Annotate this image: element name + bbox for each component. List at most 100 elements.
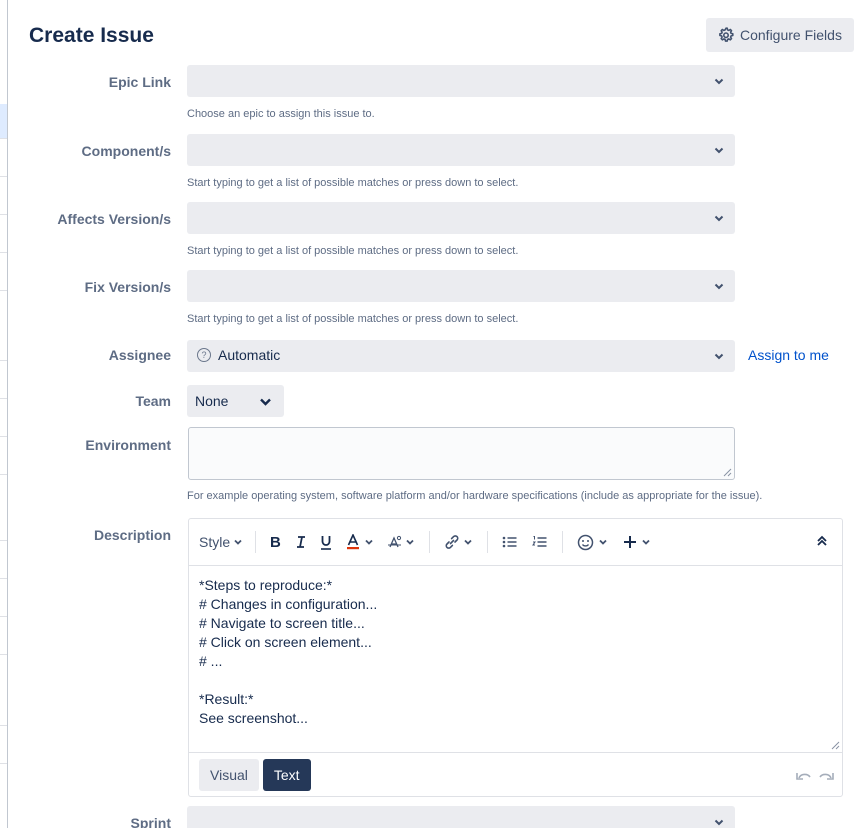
background-divider: [0, 578, 7, 579]
bold-icon: B: [270, 535, 281, 549]
background-divider: [0, 290, 7, 291]
epic-link-label: Epic Link: [108, 74, 171, 90]
style-dropdown-label: Style: [199, 534, 231, 550]
style-dropdown[interactable]: Style: [199, 534, 243, 550]
description-line: *Result:*: [199, 691, 254, 707]
more-formatting-button[interactable]: [388, 535, 415, 549]
italic-button[interactable]: [296, 535, 306, 549]
chevron-down-icon: [260, 398, 271, 406]
dialog-title: Create Issue: [29, 24, 154, 47]
background-divider: [0, 360, 7, 361]
resize-grip-icon[interactable]: [831, 741, 840, 750]
background-divider: [0, 176, 7, 177]
affects-version-hint: Start typing to get a list of possible m…: [187, 245, 519, 257]
description-editor: Style B *Steps to reproduce:* # Changes …: [188, 518, 843, 797]
background-divider: [0, 474, 7, 475]
description-line: See screenshot...: [199, 710, 308, 726]
emoji-button[interactable]: [577, 534, 608, 551]
gear-icon: [719, 27, 734, 42]
description-label: Description: [93, 527, 171, 543]
emoji-icon: [577, 534, 594, 550]
editor-toolbar: Style B: [189, 519, 842, 565]
chevron-down-icon: [642, 539, 650, 545]
bold-button[interactable]: B: [270, 535, 282, 549]
chevron-down-icon: [714, 283, 724, 290]
editor-mode-switch: Visual Text: [199, 759, 315, 791]
affects-version-label: Affects Version/s: [57, 211, 171, 227]
background-divider: [0, 540, 7, 541]
underline-button[interactable]: [320, 535, 332, 550]
assignee-value: ? Automatic: [197, 347, 280, 363]
fix-version-hint: Start typing to get a list of possible m…: [187, 313, 519, 325]
chevron-down-icon: [714, 147, 724, 154]
chevron-down-icon: [714, 353, 724, 360]
chevron-down-icon: [714, 819, 724, 826]
team-value: None: [195, 393, 229, 409]
toolbar-separator: [429, 531, 431, 553]
assignee-label: Assignee: [108, 347, 171, 363]
chevron-down-icon: [464, 539, 472, 545]
epic-link-select[interactable]: [187, 65, 735, 97]
bullet-list-icon: [502, 536, 517, 548]
text-color-button[interactable]: [346, 534, 374, 550]
background-divider: [0, 398, 7, 399]
description-line: # Click on screen element...: [199, 634, 372, 650]
insert-more-button[interactable]: [622, 534, 651, 550]
assign-to-me-link[interactable]: Assign to me: [748, 347, 829, 363]
fix-version-label: Fix Version/s: [84, 279, 171, 295]
description-line: *Steps to reproduce:*: [199, 577, 333, 593]
bullet-list-button[interactable]: [502, 535, 518, 549]
more-formatting-icon: [388, 535, 402, 548]
undo-icon[interactable]: [796, 770, 812, 780]
numbered-list-icon: [532, 536, 547, 547]
configure-fields-button[interactable]: Configure Fields: [706, 18, 854, 52]
description-line: # Changes in configuration...: [199, 596, 378, 612]
epic-link-hint: Choose an epic to assign this issue to.: [187, 108, 375, 120]
plus-icon: [624, 536, 637, 548]
environment-label: Environment: [85, 437, 171, 453]
toolbar-separator: [487, 531, 489, 553]
description-line: # ...: [199, 653, 223, 669]
sprint-label: Sprint: [130, 815, 171, 828]
description-textarea[interactable]: *Steps to reproduce:* # Changes in confi…: [189, 565, 842, 753]
team-label: Team: [135, 393, 171, 409]
visual-mode-tab[interactable]: Visual: [199, 759, 259, 791]
toolbar-separator: [562, 531, 564, 553]
configure-fields-label: Configure Fields: [740, 27, 842, 43]
background-divider: [0, 763, 7, 764]
assignee-value-text: Automatic: [218, 347, 281, 363]
environment-textarea[interactable]: [188, 427, 735, 480]
text-mode-tab[interactable]: Text: [262, 759, 311, 791]
description-line: [199, 671, 832, 690]
chevron-down-icon: [714, 215, 724, 222]
numbered-list-button[interactable]: [532, 535, 548, 549]
text-color-icon: [347, 534, 360, 550]
chevron-down-icon: [406, 539, 414, 545]
background-divider: [0, 214, 7, 215]
assignee-select[interactable]: ? Automatic: [187, 340, 735, 372]
toolbar-separator: [255, 531, 257, 553]
components-label: Component/s: [81, 143, 171, 159]
background-divider: [0, 138, 7, 139]
chevron-down-icon: [599, 539, 607, 545]
link-button[interactable]: [444, 534, 473, 550]
chevron-down-icon: [365, 539, 373, 545]
svg-text:B: B: [270, 535, 281, 549]
background-divider: [0, 252, 7, 253]
sprint-select[interactable]: [187, 806, 735, 828]
fix-version-select[interactable]: [187, 270, 735, 302]
redo-icon[interactable]: [818, 770, 834, 780]
background-divider: [0, 616, 7, 617]
chevron-down-icon: [714, 78, 724, 85]
affects-version-select[interactable]: [187, 202, 735, 234]
italic-icon: [297, 536, 306, 548]
chevron-down-icon: [234, 539, 242, 545]
team-select[interactable]: None: [187, 385, 284, 417]
automatic-avatar-icon: ?: [197, 348, 211, 362]
environment-hint: For example operating system, software p…: [187, 490, 763, 502]
components-select[interactable]: [187, 134, 735, 166]
background-selected-row: [0, 104, 7, 138]
collapse-toolbar-icon[interactable]: [816, 534, 828, 548]
resize-grip-icon[interactable]: [723, 468, 732, 477]
description-line: # Navigate to screen title...: [199, 615, 365, 631]
